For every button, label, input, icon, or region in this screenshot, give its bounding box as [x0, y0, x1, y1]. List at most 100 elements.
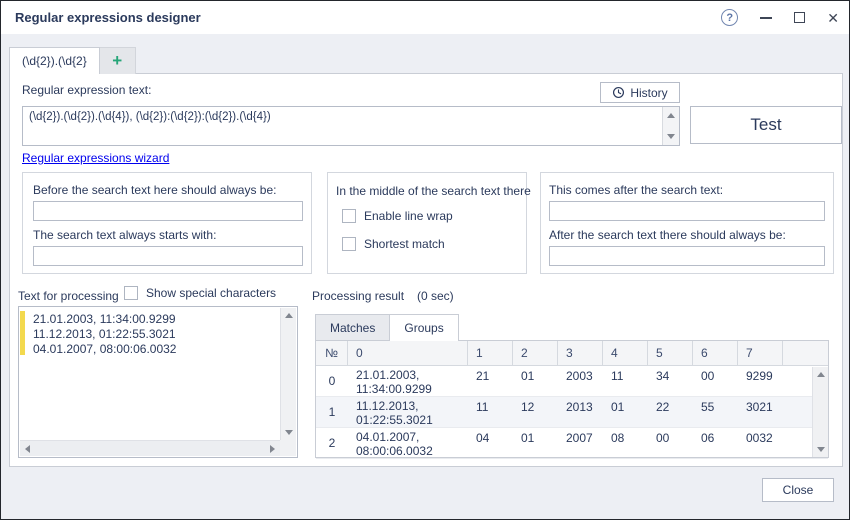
col-header[interactable]: 6 — [693, 341, 738, 365]
group-cell: 22 — [648, 397, 693, 427]
group-cell: 00 — [648, 428, 693, 458]
history-icon — [612, 86, 625, 99]
row-number: 0 — [316, 366, 348, 396]
group-cell: 11 — [468, 397, 513, 427]
text-line: 04.01.2007, 08:00:06.0032 — [33, 342, 176, 357]
special-chars-label: Show special characters — [146, 286, 276, 300]
close-button[interactable]: Close — [762, 478, 834, 502]
table-header: № 0 1 2 3 4 5 6 7 — [316, 341, 828, 366]
after-always-label: After the search text there should alway… — [549, 228, 786, 242]
group-cell: 2013 — [558, 397, 603, 427]
shortest-match-checkbox[interactable] — [342, 237, 356, 251]
window-title: Regular expressions designer — [15, 10, 201, 25]
row-number: 1 — [316, 397, 348, 427]
col-header[interactable]: 2 — [513, 341, 558, 365]
regex-label: Regular expression text: — [22, 83, 151, 97]
col-header[interactable]: 7 — [738, 341, 783, 365]
group-cell: 9299 — [738, 366, 783, 396]
text-line: 21.01.2003, 11:34:00.9299 — [33, 312, 176, 327]
table-vertical-scrollbar[interactable] — [812, 367, 828, 457]
table-row[interactable]: 2 04.01.2007, 08:00:06.0032 04 01 2007 0… — [316, 428, 828, 459]
shortest-match-option[interactable]: Shortest match — [342, 237, 445, 251]
comes-after-label: This comes after the search text: — [549, 183, 723, 197]
group-cell: 0032 — [738, 428, 783, 458]
group-cell: 3021 — [738, 397, 783, 427]
match-cell: 21.01.2003, 11:34:00.9299 — [348, 366, 468, 396]
special-chars-option[interactable]: Show special characters — [124, 286, 276, 300]
match-marker — [20, 311, 25, 355]
scroll-up-icon[interactable] — [817, 372, 825, 377]
group-cell: 01 — [603, 397, 648, 427]
group-cell: 04 — [468, 428, 513, 458]
help-icon[interactable]: ? — [721, 9, 738, 26]
col-header[interactable]: 0 — [348, 341, 468, 365]
minimize-icon — [760, 17, 772, 19]
shortest-match-label: Shortest match — [364, 237, 445, 251]
group-cell: 21 — [468, 366, 513, 396]
group-cell: 2003 — [558, 366, 603, 396]
table-row[interactable]: 0 21.01.2003, 11:34:00.9299 21 01 2003 1… — [316, 366, 828, 397]
after-groupbox: This comes after the search text: After … — [540, 172, 834, 274]
wizard-link[interactable]: Regular expressions wizard — [22, 151, 169, 165]
after-always-input[interactable] — [549, 246, 825, 266]
scroll-left-icon[interactable] — [25, 445, 30, 453]
result-time: (0 sec) — [417, 289, 454, 303]
text-processing-label: Text for processing — [18, 289, 119, 303]
table-row[interactable]: 1 11.12.2013, 01:22:55.3021 11 12 2013 0… — [316, 397, 828, 428]
tab-matches[interactable]: Matches — [315, 314, 389, 341]
test-button[interactable]: Test — [690, 106, 842, 144]
regex-input[interactable]: (\d{2}).(\d{2}).(\d{4}), (\d{2}):(\d{2})… — [22, 106, 680, 146]
add-tab-button[interactable]: + — [100, 47, 136, 74]
starts-with-label: The search text always starts with: — [33, 228, 216, 242]
close-window-icon[interactable]: ✕ — [827, 11, 839, 25]
col-header[interactable]: № — [316, 341, 348, 365]
text-horizontal-scrollbar[interactable] — [20, 440, 280, 456]
match-cell: 11.12.2013, 01:22:55.3021 — [348, 397, 468, 427]
regex-designer-window: Regular expressions designer ? ✕ (\d{2})… — [0, 0, 850, 520]
group-cell: 01 — [513, 428, 558, 458]
history-button[interactable]: History — [600, 82, 680, 103]
pattern-tab[interactable]: (\d{2}).(\d{2} — [9, 47, 100, 74]
special-chars-checkbox[interactable] — [124, 286, 138, 300]
col-header-filler — [783, 341, 828, 365]
line-wrap-checkbox[interactable] — [342, 209, 356, 223]
tab-groups[interactable]: Groups — [389, 314, 458, 341]
group-cell: 2007 — [558, 428, 603, 458]
col-header[interactable]: 1 — [468, 341, 513, 365]
text-vertical-scrollbar[interactable] — [280, 308, 296, 440]
regex-scrollbar[interactable] — [662, 107, 679, 145]
groups-table: № 0 1 2 3 4 5 6 7 0 21.01.2003, 11:34:00… — [315, 340, 829, 458]
scroll-up-icon[interactable] — [285, 313, 293, 318]
maximize-button[interactable] — [794, 12, 805, 23]
group-cell: 34 — [648, 366, 693, 396]
scroll-down-icon[interactable] — [285, 430, 293, 435]
before-input[interactable] — [33, 201, 303, 221]
group-cell: 08 — [603, 428, 648, 458]
scroll-down-icon[interactable] — [667, 134, 675, 139]
scroll-down-icon[interactable] — [817, 447, 825, 452]
pattern-tab-bar: (\d{2}).(\d{2} + — [9, 47, 136, 74]
col-header[interactable]: 4 — [603, 341, 648, 365]
title-bar: Regular expressions designer ? ✕ — [1, 1, 849, 34]
minimize-button[interactable] — [760, 17, 772, 19]
before-groupbox: Before the search text here should alway… — [22, 172, 312, 274]
window-controls: ? ✕ — [721, 1, 843, 34]
line-wrap-option[interactable]: Enable line wrap — [342, 209, 453, 223]
result-tab-bar: Matches Groups — [315, 314, 459, 341]
maximize-icon — [794, 12, 805, 23]
middle-label: In the middle of the search text there — [336, 184, 531, 198]
main-panel: Regular expression text: History (\d{2})… — [9, 73, 843, 467]
group-cell: 00 — [693, 366, 738, 396]
row-number: 2 — [316, 428, 348, 458]
group-cell: 12 — [513, 397, 558, 427]
col-header[interactable]: 5 — [648, 341, 693, 365]
text-lines: 21.01.2003, 11:34:00.9299 11.12.2013, 01… — [33, 312, 176, 357]
before-label: Before the search text here should alway… — [33, 183, 276, 197]
text-processing-area[interactable]: 21.01.2003, 11:34:00.9299 11.12.2013, 01… — [18, 306, 298, 458]
comes-after-input[interactable] — [549, 201, 825, 221]
scroll-right-icon[interactable] — [270, 445, 275, 453]
col-header[interactable]: 3 — [558, 341, 603, 365]
scroll-up-icon[interactable] — [667, 113, 675, 118]
middle-groupbox: In the middle of the search text there E… — [327, 172, 527, 274]
starts-with-input[interactable] — [33, 246, 303, 266]
